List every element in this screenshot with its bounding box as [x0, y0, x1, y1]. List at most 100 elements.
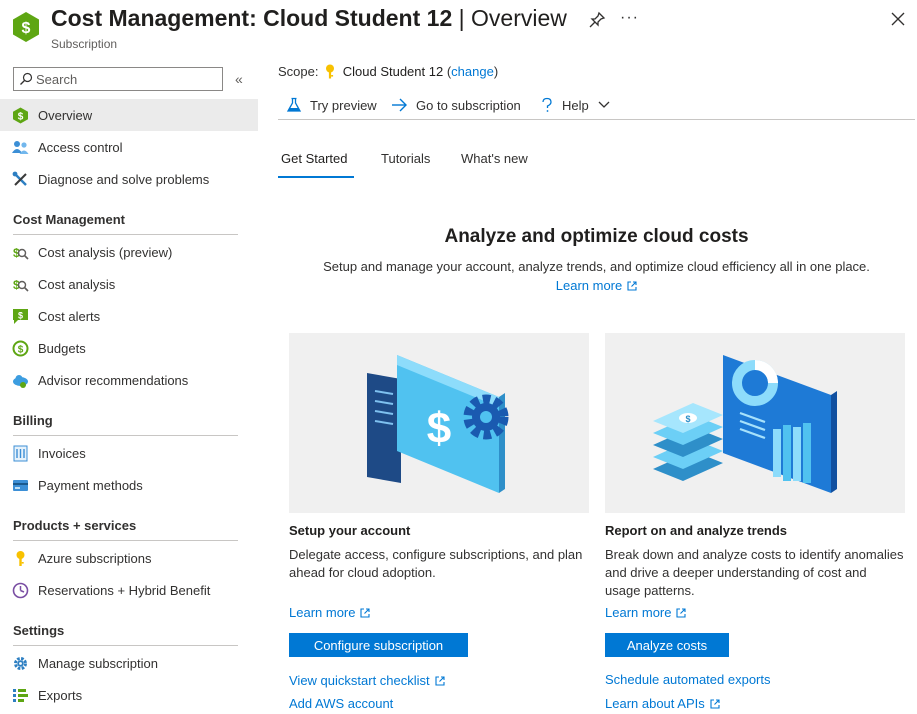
budget-icon: $	[12, 340, 29, 357]
card-description: Break down and analyze costs to identify…	[605, 547, 904, 598]
sidebar-item-payment-methods[interactable]: Payment methods	[0, 469, 258, 501]
external-link-icon	[676, 608, 687, 618]
section-title-billing: Billing	[13, 413, 238, 436]
sidebar-item-label: Reservations + Hybrid Benefit	[38, 583, 211, 598]
sidebar-item-access-control[interactable]: Access control	[0, 131, 258, 163]
sidebar-item-label: Azure subscriptions	[38, 551, 152, 566]
card-title: Setup your account	[289, 523, 411, 538]
sidebar-item-manage-subscription[interactable]: Manage subscription	[0, 647, 258, 679]
card-learn-more-label: Learn more	[289, 605, 356, 620]
go-to-subscription-label: Go to subscription	[416, 97, 521, 113]
sidebar-item-label: Overview	[38, 108, 93, 123]
report-trends-illustration: $	[605, 333, 905, 513]
analyze-costs-button[interactable]: Analyze costs	[605, 633, 729, 657]
scope-bar: Scope: Cloud Student 12 (change)	[278, 64, 498, 79]
sidebar-item-label: Payment methods	[38, 478, 143, 493]
add-aws-account-link[interactable]: Add AWS account	[289, 696, 393, 711]
svg-text:$: $	[685, 414, 690, 424]
chevron-down-icon	[598, 101, 610, 108]
sidebar-search[interactable]	[13, 67, 223, 91]
collapse-sidebar-icon[interactable]: «	[235, 71, 243, 87]
sidebar: « $ Overview Access control Diagnose and…	[0, 62, 258, 714]
sidebar-item-azure-subscriptions[interactable]: Azure subscriptions	[0, 542, 258, 574]
section-title-products-services: Products + services	[13, 518, 238, 541]
section-title-settings: Settings	[13, 623, 238, 646]
export-icon	[13, 689, 28, 702]
scope-change-close: )	[493, 64, 499, 79]
card-title: Report on and analyze trends	[605, 523, 788, 538]
cost-analysis-icon: $	[13, 278, 29, 292]
search-icon	[20, 72, 33, 85]
external-link-icon	[435, 676, 445, 686]
cost-management-icon: $	[13, 12, 39, 42]
card-learn-more-label: Learn more	[605, 605, 672, 620]
svg-text:$: $	[427, 404, 451, 453]
credit-card-icon	[13, 480, 28, 491]
hero-learn-more-link[interactable]: Learn more	[278, 278, 915, 293]
flask-icon	[286, 97, 302, 112]
advisor-cloud-icon	[13, 375, 28, 388]
try-preview-button[interactable]: Try preview	[286, 94, 377, 116]
cost-alert-icon: $	[13, 309, 28, 324]
sidebar-item-diagnose[interactable]: Diagnose and solve problems	[0, 163, 258, 195]
external-link-icon	[360, 608, 371, 618]
cost-analysis-icon: $	[13, 246, 29, 260]
configure-subscription-button[interactable]: Configure subscription	[289, 633, 468, 657]
hero-title: Analyze and optimize cloud costs	[444, 226, 749, 247]
sidebar-item-budgets[interactable]: $ Budgets	[0, 332, 258, 364]
close-icon[interactable]	[890, 11, 906, 27]
invoice-icon	[13, 445, 28, 462]
svg-text:$: $	[18, 112, 24, 123]
sidebar-item-label: Manage subscription	[38, 656, 158, 671]
scope-change-link[interactable]: change	[451, 64, 494, 79]
go-to-subscription-button[interactable]: Go to subscription	[391, 94, 521, 116]
sidebar-item-cost-alerts[interactable]: $ Cost alerts	[0, 300, 258, 332]
key-icon	[326, 64, 335, 79]
tab-whats-new[interactable]: What's new	[461, 148, 528, 178]
svg-text:$: $	[18, 311, 23, 321]
scope-name: Cloud Student 12	[342, 64, 444, 79]
sidebar-item-exports[interactable]: Exports	[0, 679, 258, 711]
setup-account-illustration: $	[289, 333, 589, 513]
search-input[interactable]	[36, 70, 216, 88]
sidebar-item-cost-analysis-preview[interactable]: $ Cost analysis (preview)	[0, 236, 258, 268]
help-button[interactable]: Help	[540, 94, 610, 116]
try-preview-label: Try preview	[310, 97, 377, 113]
sidebar-item-invoices[interactable]: Invoices	[0, 437, 258, 469]
sidebar-item-reservations[interactable]: Reservations + Hybrid Benefit	[0, 574, 258, 606]
gear-icon	[14, 657, 27, 670]
pin-icon[interactable]	[588, 11, 606, 29]
external-link-icon	[627, 281, 637, 291]
wrench-icon	[12, 171, 27, 186]
card-setup-account: $ Setup your account Delegate access, co…	[289, 333, 589, 711]
page-title: Cost Management: Cloud Student 12 | Over…	[51, 5, 567, 32]
card-learn-more-link[interactable]: Learn more	[605, 605, 687, 620]
external-link-icon	[710, 699, 720, 709]
more-options-icon[interactable]: ···	[620, 9, 639, 27]
sidebar-item-overview[interactable]: $ Overview	[0, 99, 258, 131]
sidebar-item-cost-analysis[interactable]: $ Cost analysis	[0, 268, 258, 300]
tab-tutorials[interactable]: Tutorials	[381, 148, 430, 178]
tab-get-started[interactable]: Get Started	[278, 148, 354, 178]
card-report-trends: $ Report on and analyze trends Break dow…	[605, 333, 905, 711]
learn-about-apis-link[interactable]: Learn about APIs	[605, 696, 720, 711]
hero-learn-more-label: Learn more	[555, 278, 623, 293]
quickstart-checklist-link[interactable]: View quickstart checklist	[289, 673, 445, 688]
hero-description: Setup and manage your account, analyze t…	[323, 259, 870, 274]
clock-icon	[12, 582, 29, 599]
schedule-exports-link[interactable]: Schedule automated exports	[605, 672, 771, 687]
main-content: Scope: Cloud Student 12 (change) Try pre…	[278, 56, 917, 714]
sidebar-item-label: Exports	[38, 688, 83, 703]
key-icon	[16, 551, 25, 566]
command-bar: Try preview Go to subscription Help	[278, 90, 915, 120]
svg-text:$: $	[22, 20, 31, 37]
sidebar-item-advisor[interactable]: Advisor recommendations	[0, 364, 258, 396]
page-title-separator: |	[458, 5, 465, 31]
section-title-cost-management: Cost Management	[13, 212, 238, 235]
sidebar-item-label: Budgets	[38, 341, 86, 356]
card-learn-more-link[interactable]: Learn more	[289, 605, 371, 620]
scope-label: Scope:	[278, 64, 319, 79]
people-icon	[12, 141, 29, 154]
page-subtitle: Subscription	[51, 37, 118, 51]
sidebar-item-label: Cost alerts	[38, 309, 101, 324]
